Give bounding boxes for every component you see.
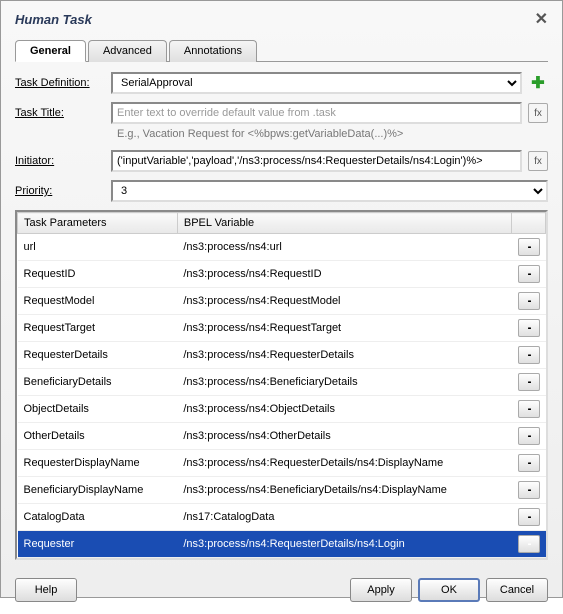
cell-var: /ns3:process/ns4:ObjectDetails [177,396,511,423]
col-task-parameters[interactable]: Task Parameters [18,213,178,234]
cell-action: ... [512,288,546,315]
cell-action: ... [512,504,546,531]
browse-button[interactable]: ... [518,454,540,472]
task-title-input[interactable] [111,102,522,124]
cell-param: url [18,234,178,261]
browse-button[interactable]: ... [518,427,540,445]
table-row[interactable]: url/ns3:process/ns4:url... [18,234,546,261]
cell-action: ... [512,396,546,423]
task-title-row: Task Title: fx [15,102,548,124]
cell-param: RequesterDisplayName [18,450,178,477]
cell-param: BeneficiaryDisplayName [18,477,178,504]
task-title-label: Task Title: [15,107,105,119]
titlebar: Human Task ✕ [1,1,562,35]
apply-button[interactable]: Apply [350,578,412,602]
parameters-table-wrap: Task Parameters BPEL Variable url/ns3:pr… [15,210,548,560]
table-row[interactable]: ObjectDetails/ns3:process/ns4:ObjectDeta… [18,396,546,423]
initiator-label: Initiator: [15,155,105,167]
content-area: General Advanced Annotations Task Defini… [1,35,562,568]
cell-param: RequestTarget [18,315,178,342]
initiator-row: Initiator: fx [15,150,548,172]
cell-var: /ns3:process/ns4:RequesterDetails/ns4:Di… [177,450,511,477]
table-row[interactable]: RequestID/ns3:process/ns4:RequestID... [18,261,546,288]
tab-general[interactable]: General [15,40,86,62]
task-title-hint: E.g., Vacation Request for <%bpws:getVar… [117,128,548,140]
cell-param: ObjectDetails [18,396,178,423]
cell-var: /ns3:process/ns4:BeneficiaryDetails [177,369,511,396]
cell-var: /ns3:process/ns4:RequestID [177,261,511,288]
cell-action: ... [512,261,546,288]
browse-button[interactable]: ... [518,400,540,418]
cell-action: ... [512,450,546,477]
cell-param: RequesterDetails [18,342,178,369]
initiator-input[interactable] [111,150,522,172]
browse-button[interactable]: ... [518,481,540,499]
cell-param: BeneficiaryDetails [18,369,178,396]
browse-button[interactable]: ... [518,319,540,337]
cell-var: /ns3:process/ns4:RequestModel [177,288,511,315]
add-icon[interactable]: ✚ [528,73,548,93]
browse-button[interactable]: ... [518,238,540,256]
cell-var: /ns3:process/ns4:RequestTarget [177,315,511,342]
table-row[interactable]: OtherDetails/ns3:process/ns4:OtherDetail… [18,423,546,450]
task-definition-row: Task Definition: SerialApproval ✚ [15,72,548,94]
browse-button[interactable]: ... [518,292,540,310]
browse-button[interactable]: ... [518,265,540,283]
close-icon[interactable]: ✕ [531,7,552,31]
task-definition-label: Task Definition: [15,77,105,89]
cell-param: RequestModel [18,288,178,315]
browse-button[interactable]: ... [518,535,540,553]
parameters-table: Task Parameters BPEL Variable url/ns3:pr… [17,212,546,558]
priority-label: Priority: [15,185,105,197]
cell-action: ... [512,423,546,450]
table-row[interactable]: BeneficiaryDisplayName/ns3:process/ns4:B… [18,477,546,504]
table-row[interactable]: RequestTarget/ns3:process/ns4:RequestTar… [18,315,546,342]
col-bpel-variable[interactable]: BPEL Variable [177,213,511,234]
table-row[interactable]: RequestModel/ns3:process/ns4:RequestMode… [18,288,546,315]
cell-var: /ns3:process/ns4:OtherDetails [177,423,511,450]
table-row[interactable]: RequesterDetails/ns3:process/ns4:Request… [18,342,546,369]
table-row[interactable]: CatalogData/ns17:CatalogData... [18,504,546,531]
priority-row: Priority: 3 [15,180,548,202]
tab-annotations[interactable]: Annotations [169,40,257,62]
cell-action: ... [512,234,546,261]
table-row[interactable]: RequesterDisplayName/ns3:process/ns4:Req… [18,450,546,477]
tab-advanced[interactable]: Advanced [88,40,167,62]
cancel-button[interactable]: Cancel [486,578,548,602]
cell-action: ... [512,369,546,396]
cell-param: Requester [18,531,178,558]
ok-button[interactable]: OK [418,578,480,602]
task-definition-select[interactable]: SerialApproval [111,72,522,94]
col-action [512,213,546,234]
expression-icon[interactable]: fx [528,151,548,171]
cell-param: OtherDetails [18,423,178,450]
tab-bar: General Advanced Annotations [15,39,548,62]
browse-button[interactable]: ... [518,346,540,364]
table-row[interactable]: Requester/ns3:process/ns4:RequesterDetai… [18,531,546,558]
expression-icon[interactable]: fx [528,103,548,123]
cell-action: ... [512,342,546,369]
cell-var: /ns3:process/ns4:url [177,234,511,261]
priority-select[interactable]: 3 [111,180,548,202]
browse-button[interactable]: ... [518,508,540,526]
cell-var: /ns3:process/ns4:RequesterDetails [177,342,511,369]
dialog-title: Human Task [15,12,92,27]
cell-var: /ns3:process/ns4:BeneficiaryDetails/ns4:… [177,477,511,504]
cell-param: RequestID [18,261,178,288]
cell-var: /ns17:CatalogData [177,504,511,531]
dialog-footer: Help Apply OK Cancel [1,568,562,614]
cell-action: ... [512,477,546,504]
cell-var: /ns3:process/ns4:RequesterDetails/ns4:Lo… [177,531,511,558]
browse-button[interactable]: ... [518,373,540,391]
table-row[interactable]: BeneficiaryDetails/ns3:process/ns4:Benef… [18,369,546,396]
cell-action: ... [512,531,546,558]
human-task-dialog: Human Task ✕ General Advanced Annotation… [0,0,563,598]
help-button[interactable]: Help [15,578,77,602]
cell-action: ... [512,315,546,342]
cell-param: CatalogData [18,504,178,531]
